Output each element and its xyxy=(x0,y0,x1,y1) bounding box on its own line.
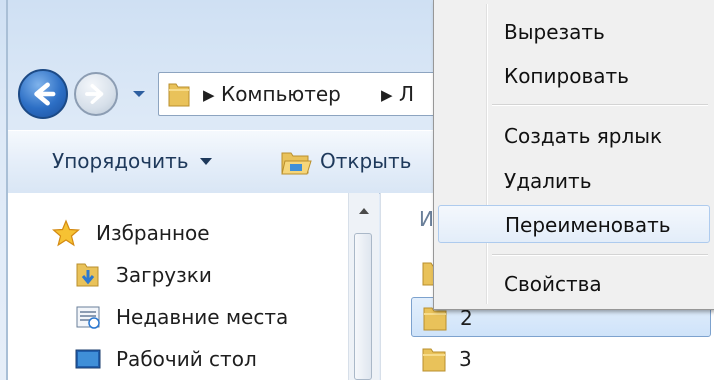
open-folder-icon xyxy=(281,152,312,175)
menu-item-label: Удалить xyxy=(504,169,592,193)
nav-item-label: Загрузки xyxy=(116,263,212,287)
desktop-icon xyxy=(75,349,101,369)
folder-icon xyxy=(168,83,190,107)
menu-item-properties[interactable]: Свойства xyxy=(438,265,710,303)
scroll-thumb[interactable] xyxy=(354,233,372,380)
forward-button[interactable] xyxy=(74,72,118,116)
chevron-down-icon xyxy=(199,158,212,165)
organize-label: Упорядочить xyxy=(52,149,189,173)
breadcrumb-separator-icon[interactable]: ▶ xyxy=(381,86,393,104)
star-icon xyxy=(52,219,80,247)
menu-separator xyxy=(492,254,708,256)
menu-item-label: Создать ярлык xyxy=(504,124,663,148)
nav-item-label: Рабочий стол xyxy=(116,347,257,371)
breadcrumb-computer[interactable]: Компьютер xyxy=(221,82,341,106)
downloads-folder-icon xyxy=(76,263,99,287)
list-item[interactable]: 3 xyxy=(411,339,711,379)
organize-button[interactable]: Упорядочить xyxy=(52,149,212,177)
breadcrumb-separator-icon[interactable]: ▶ xyxy=(203,86,215,104)
column-header-name[interactable]: И xyxy=(419,207,434,231)
recent-pages-chevron-icon[interactable] xyxy=(130,85,148,103)
recent-places-icon xyxy=(76,306,100,329)
context-menu: Вырезать Копировать Создать ярлык Удалит… xyxy=(433,0,714,310)
nav-item-label: Недавние места xyxy=(116,305,289,329)
nav-item-label: Избранное xyxy=(96,221,210,245)
folder-icon xyxy=(422,348,446,372)
menu-separator xyxy=(492,104,708,106)
command-bar: Упорядочить Открыть xyxy=(8,130,436,194)
breadcrumb-drive[interactable]: Л xyxy=(399,82,414,106)
menu-item-delete[interactable]: Удалить xyxy=(438,162,710,200)
menu-item-cut[interactable]: Вырезать xyxy=(438,13,710,51)
menu-item-label: Вырезать xyxy=(504,20,605,44)
open-label: Открыть xyxy=(320,149,412,173)
menu-item-label: Копировать xyxy=(504,64,629,88)
navigation-pane-scrollbar[interactable] xyxy=(348,193,379,380)
back-arrow-icon xyxy=(34,82,56,106)
back-button[interactable] xyxy=(18,69,68,119)
menu-item-label: Свойства xyxy=(504,272,602,296)
menu-item-create-shortcut[interactable]: Создать ярлык xyxy=(438,117,710,155)
scroll-up-arrow-icon[interactable] xyxy=(358,207,370,215)
menu-item-label: Переименовать xyxy=(505,213,671,237)
forward-arrow-icon xyxy=(85,84,104,104)
menu-item-copy[interactable]: Копировать xyxy=(438,57,710,95)
list-item-label: 3 xyxy=(459,347,472,371)
navigation-pane: Избранное Загрузки Недавние места Рабочи… xyxy=(8,193,348,380)
navigation-bar: ▶ Компьютер ▶ Л xyxy=(18,68,458,120)
menu-item-rename[interactable]: Переименовать xyxy=(438,205,710,243)
address-bar[interactable]: ▶ Компьютер ▶ Л xyxy=(158,72,458,116)
